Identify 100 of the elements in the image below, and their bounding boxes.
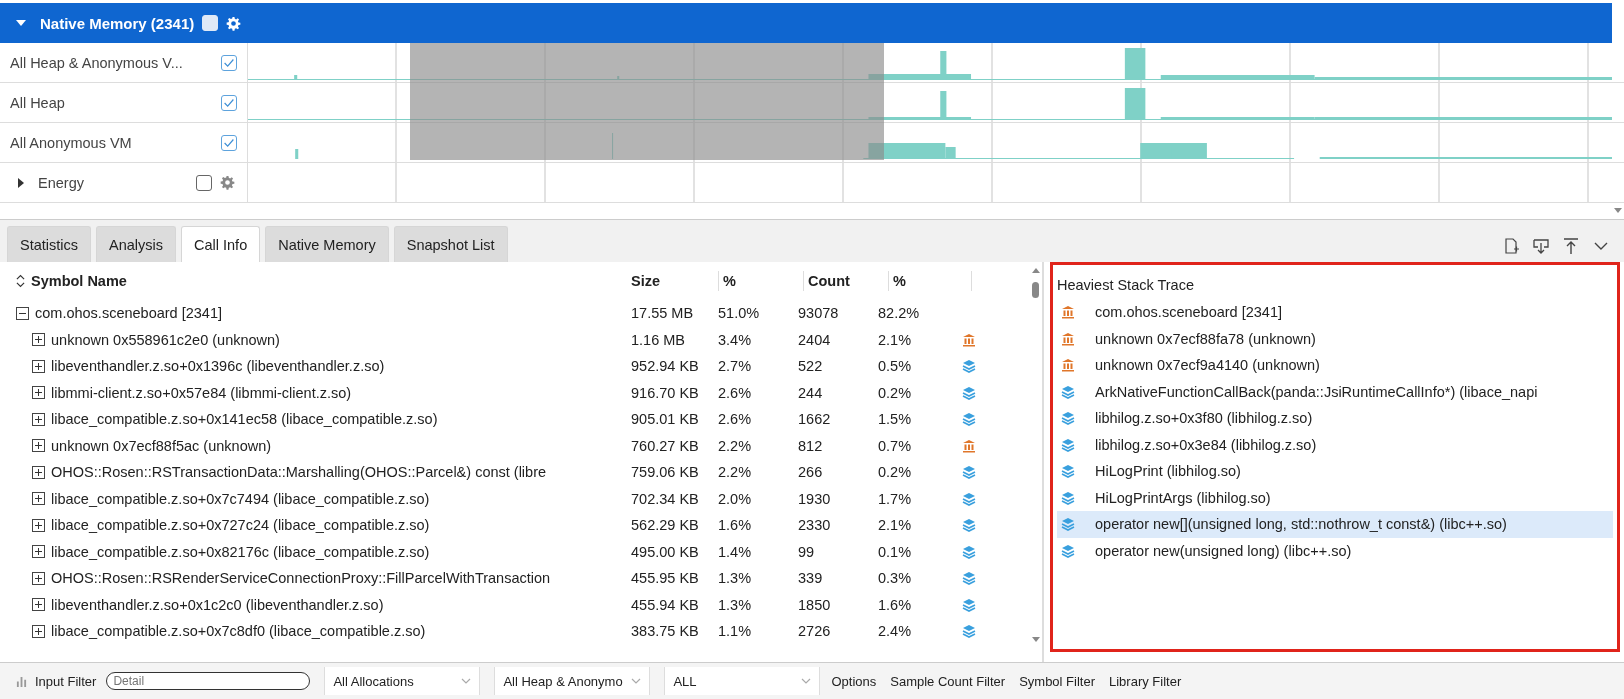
expand-icon[interactable]	[32, 465, 45, 479]
table-cell: com.ohos.sceneboard [2341]	[35, 305, 222, 322]
expand-icon[interactable]	[32, 333, 45, 347]
expand-icon[interactable]	[32, 545, 45, 559]
stack-frame-item[interactable]: unknown 0x7ecf9a4140 (unknown)	[1057, 352, 1613, 379]
dropdown[interactable]: All Heap & Anonymo	[494, 667, 651, 695]
table-cell: libace_compatible.z.so+0x7c8df0 (libace_compatible.z.so)	[51, 623, 426, 640]
table-cell-text: 916.70 KB	[631, 384, 700, 401]
layers-icon	[962, 359, 976, 374]
chevron-down-icon	[801, 678, 812, 684]
tab[interactable]: Snapshot List	[393, 226, 508, 262]
table-cell-text: 2330	[798, 517, 832, 534]
table-cell-text: 455.95 KB	[631, 570, 700, 587]
filter-label: Input Filter	[35, 673, 97, 689]
chevron-down-icon	[461, 678, 472, 684]
sort-icon[interactable]	[16, 273, 25, 289]
table-cell-text: 495.00 KB	[631, 543, 700, 560]
group-header[interactable]: Native Memory (2341)	[0, 3, 1612, 43]
filter-link[interactable]: Library Filter	[1106, 673, 1185, 689]
column-header[interactable]: Size	[631, 271, 718, 291]
expand-icon[interactable]	[32, 386, 45, 400]
stack-frame-item[interactable]: HiLogPrintArgs (libhilog.so)	[1057, 484, 1613, 511]
table-cell-text: 244	[798, 384, 824, 401]
layers-icon	[962, 571, 976, 586]
expand-icon[interactable]	[32, 492, 45, 506]
checkbox[interactable]	[221, 134, 237, 151]
bank-icon	[962, 332, 976, 347]
table-cell-text: 383.75 KB	[631, 623, 700, 640]
column-header[interactable]: %	[888, 271, 971, 291]
tab[interactable]: Analysis	[96, 226, 176, 262]
dropdown[interactable]: All Allocations	[324, 667, 481, 695]
table-cell-text: 905.01 KB	[631, 411, 700, 428]
table-cell: libmmi-client.z.so+0x57e84 (libmmi-client.z.so)	[51, 384, 352, 401]
stack-frame-item[interactable]: libhilog.z.so+0x3e84 (libhilog.z.so)	[1057, 431, 1613, 458]
table-cell-text: 759.06 KB	[631, 464, 700, 481]
table-cell-text: 1.16 MB	[631, 331, 686, 348]
filter-link[interactable]: Symbol Filter	[1016, 673, 1098, 689]
table-cell-text: 93078	[798, 305, 840, 322]
layers-icon	[962, 624, 976, 639]
column-header[interactable]: Symbol Name	[31, 273, 127, 289]
expand-icon[interactable]	[32, 412, 45, 426]
table-cell-text: 2.6%	[718, 411, 753, 428]
scroll-up-icon[interactable]	[1032, 268, 1040, 273]
column-header[interactable]: Count	[803, 271, 888, 291]
stack-frame-item[interactable]: operator new(unsigned long) (libc++.so)	[1057, 537, 1613, 564]
filter-link[interactable]: Options	[828, 673, 880, 689]
table-cell-text: 17.55 MB	[631, 305, 695, 322]
expand-icon[interactable]	[32, 518, 45, 532]
table-cell-text: 1.1%	[718, 623, 753, 640]
table-cell-text: 0.2%	[878, 384, 913, 401]
column-header[interactable]: %	[718, 271, 803, 291]
caret-icon[interactable]	[18, 177, 24, 188]
settings-icon[interactable]	[226, 15, 242, 31]
stack-frame-item[interactable]: operator new[](unsigned long, std::nothrow_t const&) (libc++.so)	[1057, 511, 1613, 538]
stack-frame-item[interactable]: libhilog.z.so+0x3f80 (libhilog.z.so)	[1057, 405, 1613, 432]
download-icon[interactable]	[1532, 237, 1550, 255]
layers-icon	[962, 385, 976, 400]
table-cell: libace_compatible.z.so+0x141ec58 (libace_compatible.z.so)	[51, 411, 438, 428]
expand-icon[interactable]	[32, 571, 45, 585]
filter-link[interactable]: Sample Count Filter	[887, 673, 1009, 689]
scroll-down-icon[interactable]	[1032, 637, 1040, 642]
track-label: All Heap	[10, 94, 66, 111]
dropdown[interactable]: ALL	[664, 667, 821, 695]
settings-icon[interactable]	[220, 175, 235, 190]
expand-icon[interactable]	[32, 598, 45, 612]
table-cell-text: 812	[798, 437, 824, 454]
stack-frame-item[interactable]: HiLogPrint (libhilog.so)	[1057, 458, 1613, 485]
table-cell-text: 2.0%	[718, 490, 753, 507]
track-label: All Anonymous VM	[10, 134, 133, 151]
checkbox[interactable]	[221, 94, 237, 111]
bank-icon	[1061, 305, 1075, 320]
table-cell-text: 0.5%	[878, 358, 913, 375]
table-cell-text: 455.94 KB	[631, 596, 700, 613]
tab[interactable]: Call Info	[181, 226, 261, 262]
checkbox[interactable]	[196, 174, 212, 191]
table-cell-text: 1662	[798, 411, 832, 428]
scrollbar-thumb[interactable]	[1032, 282, 1039, 298]
table-cell-text: 2.2%	[718, 437, 753, 454]
table-cell: OHOS::Rosen::RSRenderServiceConnectionProxy::FillParcelWithTransaction	[51, 570, 551, 587]
table-cell-text: 1.6%	[718, 517, 753, 534]
stack-frame-item[interactable]: com.ohos.sceneboard [2341]	[1057, 299, 1613, 326]
collapse-icon[interactable]	[16, 306, 29, 320]
table-cell-text: 99	[798, 543, 816, 560]
layers-icon	[1061, 411, 1075, 426]
input-field[interactable]: Detail	[106, 672, 311, 690]
table-cell-text: 702.34 KB	[631, 490, 700, 507]
layers-icon	[962, 491, 976, 506]
expand-icon[interactable]	[32, 439, 45, 453]
move-to-top-icon[interactable]	[1562, 237, 1580, 255]
checkbox[interactable]	[221, 54, 237, 71]
table-cell: libace_compatible.z.so+0x7c7494 (libace_compatible.z.so)	[51, 490, 430, 507]
stack-frame-item[interactable]: ArkNativeFunctionCallBack(panda::JsiRuntimeCallInfo*) (libace_napi	[1057, 378, 1613, 405]
tab[interactable]: Native Memory	[265, 226, 389, 262]
expand-icon[interactable]	[32, 624, 45, 638]
tab[interactable]: Statistics	[7, 226, 91, 262]
expand-icon[interactable]	[32, 359, 45, 373]
scroll-down-icon[interactable]	[1614, 208, 1622, 213]
file-add-icon[interactable]	[1502, 237, 1520, 255]
table-cell-text: 1.7%	[878, 490, 913, 507]
stack-frame-item[interactable]: unknown 0x7ecf88fa78 (unknown)	[1057, 325, 1613, 352]
